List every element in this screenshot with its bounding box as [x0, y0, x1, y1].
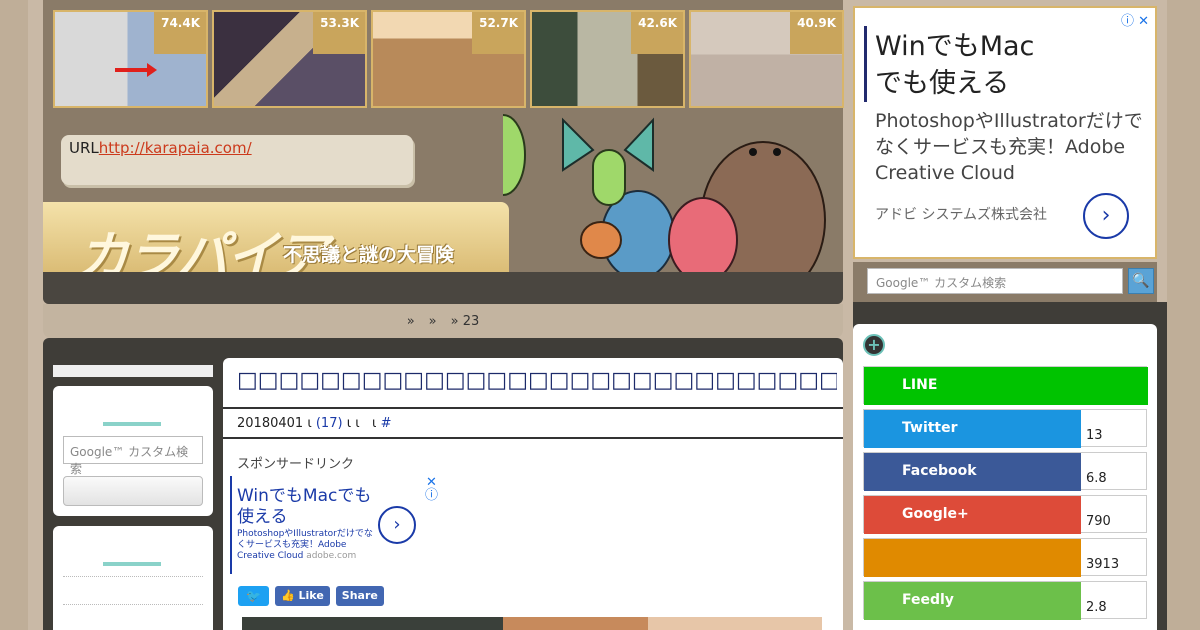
site-header: 74.4K 53.3K 52.7K 42.6K 40.9K URLhttp://… [43, 0, 844, 304]
share-label [864, 539, 1081, 577]
article-share-buttons: 🐦 👍 Like Share [238, 586, 384, 606]
ad-choices-icon[interactable]: ✕ ⓘ [425, 476, 438, 502]
widget-accent [103, 562, 161, 566]
meta-divider [223, 437, 843, 439]
view-count: 53.3K [313, 12, 365, 54]
left-sidebar-header [53, 365, 213, 377]
sponsored-label: スポンサードリンク [237, 457, 355, 472]
article-image [242, 617, 822, 630]
popular-thumb[interactable]: 40.9K [689, 10, 844, 108]
share-count: 2.8 [1086, 600, 1107, 615]
share-row-facebook[interactable]: Facebook 6.8 [863, 452, 1147, 491]
ad-accent-bar [864, 26, 867, 102]
popular-thumb[interactable]: 52.7K [371, 10, 526, 108]
meta-separator: ι ι [346, 416, 360, 431]
popular-thumb[interactable]: 42.6K [530, 10, 685, 108]
list-divider [63, 604, 203, 605]
popular-thumb[interactable]: 53.3K [212, 10, 367, 108]
share-label: LINE [864, 367, 1148, 405]
facebook-like-button[interactable]: 👍 Like [275, 586, 330, 606]
ad-accent-bar [230, 476, 232, 574]
share-row-twitter[interactable]: Twitter 13 [863, 409, 1147, 448]
share-count: 6.8 [1086, 471, 1107, 486]
left-list-widget [53, 526, 213, 630]
left-margin [0, 0, 28, 630]
site-tagline: 不思議と謎の大冒険 [283, 244, 455, 266]
share-row-line[interactable]: LINE [863, 366, 1148, 405]
inline-ad[interactable]: WinでもMacでも使える PhotoshopやIllustratorだけでなく… [230, 476, 442, 574]
share-row-hatena[interactable]: 3913 [863, 538, 1147, 577]
right-margin [1167, 0, 1200, 630]
breadcrumb-item[interactable]: » [407, 314, 415, 329]
plus-icon[interactable]: + [863, 334, 885, 356]
popular-thumb[interactable]: 74.4K [53, 10, 208, 108]
share-count: 13 [1086, 428, 1103, 443]
share-label: Facebook [864, 453, 1081, 491]
ad-body: PhotoshopやIllustratorだけでなくサービスも充実！Adobe … [237, 529, 377, 562]
ad-body: PhotoshopやIllustratorだけでなくサービスも充実！Adobe … [875, 110, 1143, 184]
view-count: 40.9K [790, 12, 842, 54]
url-box: URLhttp://karapaia.com/ [61, 135, 413, 185]
breadcrumb-item[interactable]: » [429, 314, 437, 329]
share-label: Twitter [864, 410, 1081, 448]
ad-headline-line: でも使える [875, 68, 1010, 99]
share-row-googleplus[interactable]: Google+ 790 [863, 495, 1147, 534]
page: 74.4K 53.3K 52.7K 42.6K 40.9K URLhttp://… [0, 0, 1200, 630]
ad-choices-icon[interactable]: ⓘ ✕ [1121, 10, 1149, 29]
list-divider [63, 576, 203, 577]
share-count: 3913 [1086, 557, 1120, 572]
share-row-feedly[interactable]: Feedly 2.8 [863, 581, 1147, 620]
ad-headline: WinでもMacでも使える [237, 486, 372, 527]
popular-thumbnails: 74.4K 53.3K 52.7K 42.6K 40.9K [53, 10, 844, 108]
chevron-right-icon[interactable]: › [378, 506, 416, 544]
left-search-widget: Google™ カスタム検索 [53, 386, 213, 516]
view-count: 42.6K [631, 12, 683, 54]
chevron-right-icon[interactable]: › [1083, 193, 1129, 239]
share-label: Google+ [864, 496, 1081, 534]
info-icon: ⓘ [424, 488, 438, 503]
article: □□□□□□□□□□□□□□□□□□□□□□□□□□□□□□□□□□□□23□□… [223, 358, 843, 630]
ad-company: アドビ システムズ株式会社 [875, 207, 1048, 223]
share-panel: + LINE Twitter 13 Facebook 6.8 Google+ 7… [853, 324, 1157, 630]
meta-separator: ι [372, 416, 377, 431]
view-count: 74.4K [154, 12, 206, 54]
search-icon: 🔍 [1132, 273, 1150, 289]
article-title[interactable]: □□□□□□□□□□□□□□□□□□□□□□□□□□□□□□□□□□□□23□□… [237, 368, 837, 393]
tag-link[interactable]: # [381, 416, 392, 431]
comment-count-link[interactable]: (17) [316, 416, 343, 431]
ad-domain: adobe.com [306, 551, 357, 561]
arrow-icon [115, 63, 157, 77]
meta-separator: ι [307, 416, 312, 431]
share-label: Feedly [864, 582, 1081, 620]
article-meta: 20180401 ι (17) ι ι ι # [237, 416, 391, 431]
facebook-share-button[interactable]: Share [335, 586, 384, 606]
ad-headline: WinでもMac でも使える [875, 28, 1065, 102]
twitter-icon: 🐦 [246, 589, 261, 603]
title-divider [223, 407, 843, 409]
article-date: 20180401 [237, 416, 304, 431]
ad-headline-line: WinでもMac [875, 31, 1035, 62]
search-input[interactable]: Google™ カスタム検索 [867, 268, 1123, 294]
breadcrumb: » » » 23 [43, 304, 843, 338]
view-count: 52.7K [472, 12, 524, 54]
left-search-button[interactable] [63, 476, 203, 506]
url-prefix: URL [69, 139, 99, 157]
search-button[interactable]: 🔍 [1128, 268, 1154, 294]
breadcrumb-item[interactable]: » 23 [451, 314, 480, 329]
site-url-link[interactable]: http://karapaia.com/ [99, 139, 252, 157]
widget-accent [103, 422, 161, 426]
twitter-share-button[interactable]: 🐦 [238, 586, 269, 606]
sidebar-ad[interactable]: ⓘ ✕ WinでもMac でも使える PhotoshopやIllustrator… [853, 6, 1157, 259]
header-footer-strip [43, 272, 843, 304]
header-search: Google™ カスタム検索 🔍 [853, 262, 1157, 302]
share-count: 790 [1086, 514, 1111, 529]
left-search-input[interactable]: Google™ カスタム検索 [63, 436, 203, 476]
